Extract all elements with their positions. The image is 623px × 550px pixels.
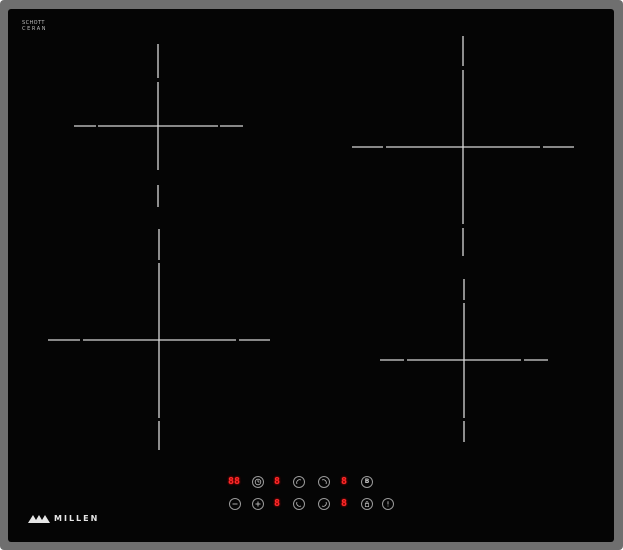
zone-rear-right-icon[interactable] bbox=[318, 476, 330, 488]
power-level-display-rear-left: 8 bbox=[273, 476, 281, 487]
power-level-display-rear-right: 8 bbox=[340, 476, 348, 487]
timer-icon[interactable] bbox=[252, 476, 264, 488]
millen-logo-icon bbox=[28, 515, 50, 523]
power-level-display-front-right: 8 bbox=[340, 498, 348, 509]
boost-label: B bbox=[364, 478, 370, 485]
key-lock-icon[interactable] bbox=[361, 498, 373, 510]
timer-display: 88 bbox=[227, 476, 241, 487]
touch-control-panel: 88 8 8 B 8 8 bbox=[0, 0, 623, 550]
zone-front-right-icon[interactable] bbox=[318, 498, 330, 510]
plus-icon[interactable] bbox=[252, 498, 264, 510]
power-icon[interactable] bbox=[382, 498, 394, 510]
power-level-display-front-left: 8 bbox=[273, 498, 281, 509]
brand-logo: MILLEN bbox=[28, 513, 99, 523]
zone-rear-left-icon[interactable] bbox=[293, 476, 305, 488]
zone-front-left-icon[interactable] bbox=[293, 498, 305, 510]
boost-icon[interactable]: B bbox=[361, 476, 373, 488]
minus-icon[interactable] bbox=[229, 498, 241, 510]
logo-text: MILLEN bbox=[54, 513, 100, 523]
